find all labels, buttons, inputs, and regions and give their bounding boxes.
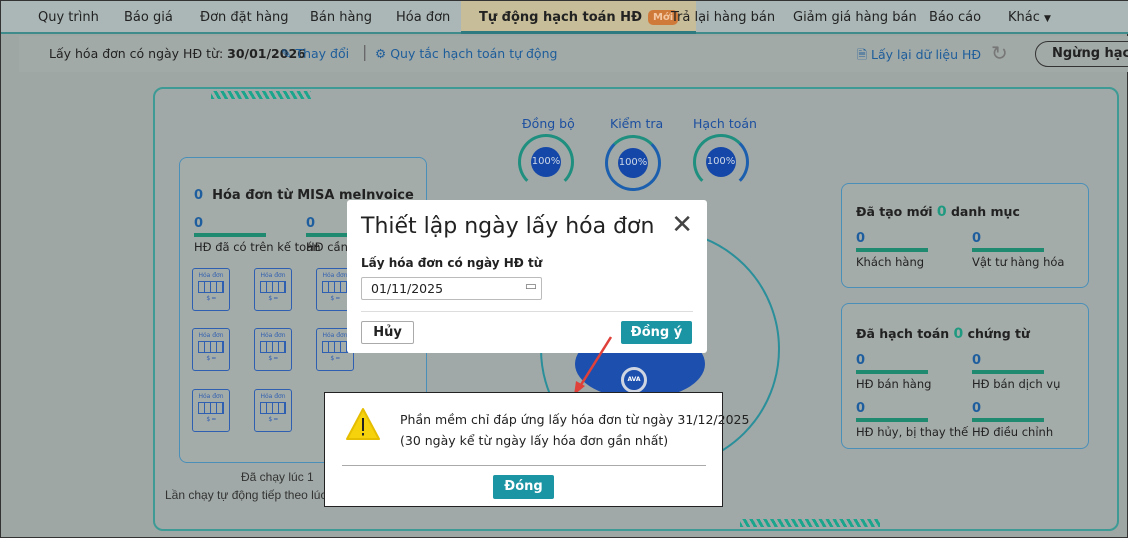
progress-label-post: Hạch toán [693,116,757,131]
cancel-button[interactable]: Hủy [361,321,414,344]
tab-don-dat-hang[interactable]: Đơn đặt hàng [200,1,289,34]
stat-adjusted-invoice: 0 HĐ điều chỉnh [972,401,1054,439]
close-icon[interactable]: ✕ [671,210,693,240]
tab-ban-hang[interactable]: Bán hàng [310,1,372,34]
tab-khac[interactable]: Khác ▼ [1008,1,1051,34]
tab-label: Khác [1008,10,1040,25]
progress-label-check: Kiểm tra [610,116,664,131]
date-field-label: Lấy hóa đơn có ngày HĐ từ [361,256,543,270]
tab-label: Tự động hạch toán HĐ [479,10,642,25]
tab-giam-gia-hang-ban[interactable]: Giảm giá hàng bán [793,1,917,34]
vouchers-card: Đã hạch toán 0 chứng từ 0 HĐ bán hàng 0 HĐ… [841,303,1089,449]
tab-hoa-don[interactable]: Hóa đơn [396,1,450,34]
invoice-doc-icon: Hóa đơn $ ═ [254,268,292,311]
tab-bao-gia[interactable]: Báo giá [124,1,173,34]
toolbar: Lấy hóa đơn có ngày HĐ từ: 30/01/2026 ✎ … [19,36,1128,72]
warning-dialog: Phần mềm chỉ đáp ứng lấy hóa đơn từ ngày… [324,392,749,507]
divider: | [362,42,368,61]
stat-on-accounting: 0 HĐ đã có trên kế toán [194,216,321,254]
last-run-text: Đã chạy lúc 1 [241,470,314,484]
stop-accounting-button[interactable]: Ngừng hạch toán [1035,41,1128,67]
gear-icon: ⚙ [375,46,387,61]
date-setup-dialog: Thiết lập ngày lấy hóa đơn ✕ Lấy hóa đơn… [347,200,707,353]
tab-tra-lai-hang-ban[interactable]: Trả lại hàng bán [671,1,775,34]
red-arrow-annotation [574,336,613,395]
invoice-doc-icon: Hóa đơn $ ═ [192,328,230,371]
stat-sales-invoice: 0 HĐ bán hàng [856,353,932,391]
stat-service-invoice: 0 HĐ bán dịch vụ [972,353,1061,391]
progress-value: 100% [531,147,561,177]
date-value: 01/11/2025 [371,281,444,296]
refresh-icon[interactable]: ↻ [991,41,1008,65]
categories-title: Đã tạo mới 0 danh mục [856,204,1020,220]
divider [361,311,693,312]
change-link[interactable]: ✎ Thay đổi [281,46,349,61]
next-run-text: Lần chạy tự động tiếp theo lúc [165,488,327,502]
invoice-doc-icon: Hóa đơn $ ═ [192,268,230,311]
warning-icon [346,408,380,440]
decor-stripes [740,519,880,527]
tab-tu-dong-hach-toan[interactable]: Tự động hạch toán HĐ Mới [461,1,697,34]
tab-bao-cao[interactable]: Báo cáo [929,1,981,34]
invoice-doc-icon: Hóa đơn $ ═ [254,328,292,371]
document-icon: 🗎 [857,47,868,62]
dialog-title: Thiết lập ngày lấy hóa đơn [361,214,655,239]
warning-message: Phần mềm chỉ đáp ứng lấy hóa đơn từ ngày… [400,412,750,427]
progress-ring-post: 100% [693,134,749,190]
decor-stripes [211,91,311,99]
date-input[interactable]: 01/11/2025 ▭ [361,277,542,300]
chevron-down-icon: ▼ [1044,14,1051,24]
date-label: Lấy hóa đơn có ngày HĐ từ: 30/01/2026 [49,46,306,61]
progress-label-sync: Đồng bộ [522,116,575,131]
invoice-doc-icon: Hóa đơn $ ═ [254,389,292,432]
progress-ring-check: 100% [605,135,661,191]
invoice-doc-icon: Hóa đơn $ ═ [192,389,230,432]
progress-value: 100% [618,148,648,178]
pencil-icon: ✎ [281,46,292,61]
warning-note: (30 ngày kể từ ngày lấy hóa đơn gần nhất… [400,433,669,448]
reload-data-link[interactable]: 🗎 Lấy lại dữ liệu HĐ [857,46,981,67]
progress-ring-sync: 100% [518,134,574,190]
agree-button[interactable]: Đồng ý [621,321,692,344]
categories-card: Đã tạo mới 0 danh mục 0 Khách hàng 0 Vật t… [841,183,1089,288]
stat-items: 0 Vật tư hàng hóa [972,231,1065,269]
vouchers-title: Đã hạch toán 0 chứng từ [856,326,1030,342]
rules-link[interactable]: ⚙ Quy tắc hạch toán tự động [375,46,557,61]
tab-quy-trinh[interactable]: Quy trình [38,1,99,34]
stat-cancelled-invoice: 0 HĐ hủy, bị thay thế [856,401,969,439]
progress-value: 100% [706,147,736,177]
calendar-icon[interactable]: ▭ [525,279,537,294]
close-button[interactable]: Đóng [493,475,554,499]
main-nav: Quy trình Báo giá Đơn đặt hàng Bán hàng … [1,1,1128,34]
divider [342,465,706,466]
ava-logo: AVA [621,367,647,393]
stat-customers: 0 Khách hàng [856,231,928,269]
